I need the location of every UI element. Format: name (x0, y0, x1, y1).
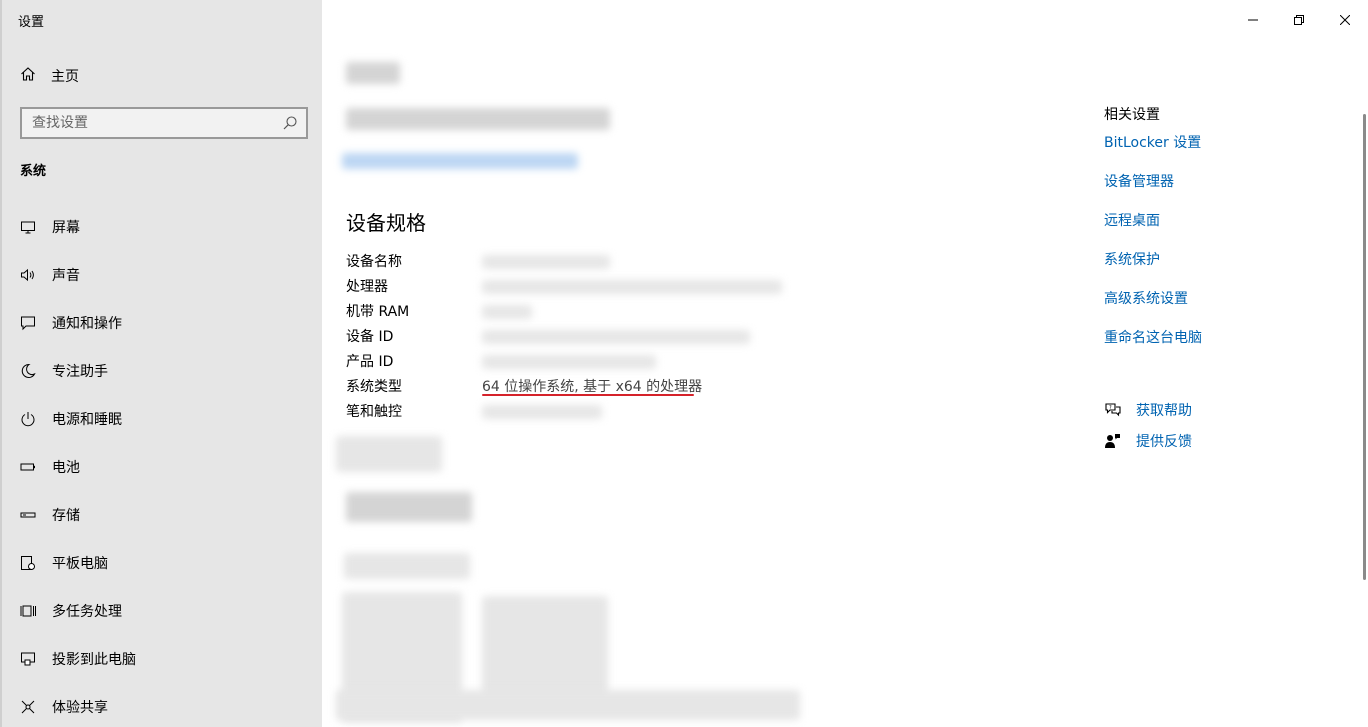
related-settings: 相关设置 BitLocker 设置 设备管理器 远程桌面 系统保护 高级系统设置… (1104, 104, 1202, 368)
section-header: 系统 (20, 164, 47, 179)
feedback-icon (1104, 432, 1122, 450)
related-settings-title: 相关设置 (1104, 107, 1160, 123)
sidebar-item-label: 多任务处理 (52, 604, 122, 620)
link-system-protection[interactable]: 系统保护 (1104, 251, 1202, 290)
link-rename-pc[interactable]: 重命名这台电脑 (1104, 329, 1202, 368)
restore-icon (1294, 10, 1304, 29)
link-bitlocker-settings[interactable]: BitLocker 设置 (1104, 134, 1202, 173)
redacted-value (482, 405, 602, 419)
spec-label: 系统类型 (346, 379, 402, 395)
sidebar-item-display[interactable]: 屏幕 (2, 203, 324, 251)
app-title: 设置 (18, 15, 45, 30)
notification-icon (20, 315, 36, 331)
sidebar-item-label: 电池 (52, 460, 80, 476)
give-feedback-link[interactable]: 提供反馈 (1104, 425, 1192, 456)
home-icon (20, 66, 36, 86)
redacted-link (342, 153, 578, 169)
home-label: 主页 (51, 69, 79, 85)
chat-help-icon: ? (1104, 401, 1122, 419)
spec-label: 笔和触控 (346, 404, 402, 420)
link-device-manager[interactable]: 设备管理器 (1104, 173, 1202, 212)
close-icon (1339, 10, 1351, 29)
get-help-label: 获取帮助 (1136, 402, 1192, 419)
help-section: ? 获取帮助 提供反馈 (1104, 394, 1192, 456)
redacted-value (482, 255, 610, 269)
sidebar-item-sound[interactable]: 声音 (2, 251, 324, 299)
redacted-value (482, 280, 782, 294)
sidebar-item-projecting[interactable]: 投影到此电脑 (2, 635, 324, 683)
sidebar-item-battery[interactable]: 电池 (2, 443, 324, 491)
sidebar-item-label: 体验共享 (52, 700, 108, 716)
sidebar-item-shared-experiences[interactable]: 体验共享 (2, 683, 324, 727)
link-remote-desktop[interactable]: 远程桌面 (1104, 212, 1202, 251)
sidebar-item-storage[interactable]: 存储 (2, 491, 324, 539)
window-controls (1230, 0, 1368, 38)
sidebar-item-label: 专注助手 (52, 364, 108, 380)
sidebar-item-label: 平板电脑 (52, 556, 108, 572)
sidebar-item-label: 屏幕 (52, 220, 80, 236)
svg-text:?: ? (1109, 405, 1112, 411)
spec-label: 产品 ID (346, 354, 394, 370)
storage-icon (20, 507, 36, 523)
redacted-value (482, 330, 750, 344)
main-content: 设备规格 设备名称 处理器 机带 RAM 设备 ID 产品 ID 系统类型 笔和… (322, 0, 1368, 727)
redacted-value (482, 355, 656, 369)
spec-label: 处理器 (346, 279, 388, 295)
sidebar-item-focus-assist[interactable]: 专注助手 (2, 347, 324, 395)
sidebar: 设置 主页 系统 屏幕 声音 通知和操作 (0, 0, 322, 727)
minimize-icon (1248, 10, 1258, 29)
tablet-icon (20, 555, 36, 571)
spec-label: 设备 ID (346, 329, 394, 345)
redacted-button (346, 492, 472, 522)
redacted-text (346, 108, 610, 130)
monitor-icon (20, 219, 36, 235)
project-icon (20, 651, 36, 667)
speaker-icon (20, 267, 36, 283)
link-advanced-system-settings[interactable]: 高级系统设置 (1104, 290, 1202, 329)
sidebar-item-label: 投影到此电脑 (52, 652, 136, 668)
sidebar-item-label: 电源和睡眠 (52, 412, 122, 428)
redacted-value (482, 305, 532, 319)
sidebar-item-power[interactable]: 电源和睡眠 (2, 395, 324, 443)
device-specs-heading: 设备规格 (346, 211, 426, 235)
sidebar-item-notifications[interactable]: 通知和操作 (2, 299, 324, 347)
spec-label: 设备名称 (346, 254, 402, 270)
scrollbar[interactable] (1363, 114, 1366, 580)
redacted-footer (336, 690, 800, 720)
home-button[interactable]: 主页 (20, 66, 79, 86)
power-icon (20, 411, 36, 427)
spec-label: 机带 RAM (346, 304, 410, 320)
battery-icon (20, 459, 36, 475)
search-icon[interactable] (282, 115, 298, 131)
sidebar-item-tablet[interactable]: 平板电脑 (2, 539, 324, 587)
restore-button[interactable] (1276, 0, 1322, 38)
close-button[interactable] (1322, 0, 1368, 38)
sidebar-nav: 屏幕 声音 通知和操作 专注助手 电源和睡眠 电池 存储 平板电脑 多任务处理 … (2, 203, 324, 727)
minimize-button[interactable] (1230, 0, 1276, 38)
search-box[interactable] (20, 107, 308, 139)
sidebar-item-label: 声音 (52, 268, 80, 284)
red-underline-annotation (482, 394, 694, 396)
multitask-icon (20, 603, 36, 619)
give-feedback-label: 提供反馈 (1136, 433, 1192, 450)
share-icon (20, 699, 36, 715)
sidebar-item-label: 通知和操作 (52, 316, 122, 332)
search-input[interactable] (32, 115, 272, 131)
get-help-link[interactable]: ? 获取帮助 (1104, 394, 1192, 425)
redacted-heading (344, 553, 470, 579)
redacted-block (336, 436, 442, 472)
sidebar-item-label: 存储 (52, 508, 80, 524)
moon-icon (20, 363, 36, 379)
redacted-text (346, 62, 400, 84)
sidebar-item-multitasking[interactable]: 多任务处理 (2, 587, 324, 635)
